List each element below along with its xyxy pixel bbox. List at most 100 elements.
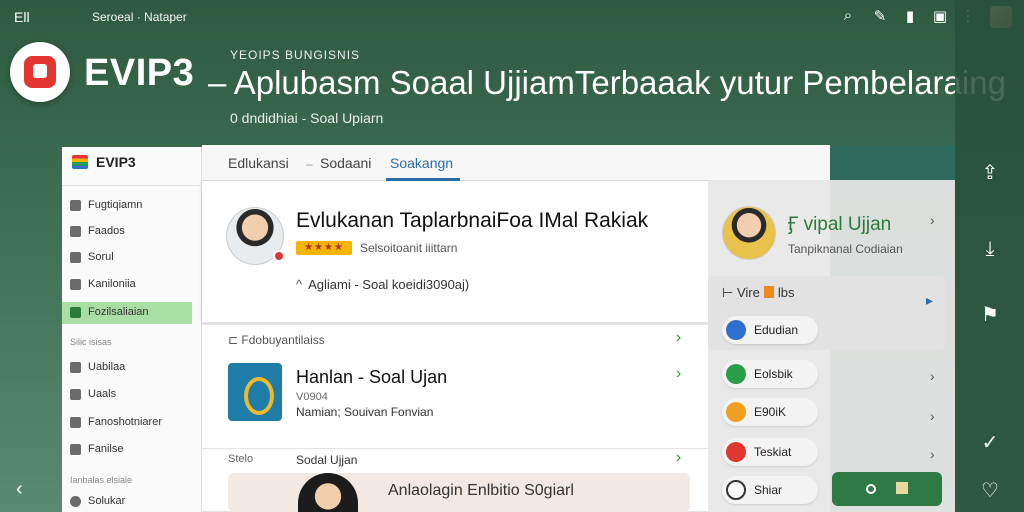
- card-subheader: Sodal Ujjan: [296, 453, 358, 467]
- sidebar-item[interactable]: Uaals: [62, 384, 192, 406]
- tab-sodaani[interactable]: Sodaani: [320, 155, 371, 171]
- book-icon: [228, 363, 282, 421]
- action-button[interactable]: [832, 472, 942, 506]
- list-icon: [70, 444, 81, 455]
- item-title: Hanlan - Soal Ujan: [296, 367, 448, 387]
- download-icon[interactable]: ⤓: [977, 236, 1003, 262]
- card-header: ⊏ Fdobuyantilaiss: [228, 333, 325, 347]
- sidebar-item[interactable]: Fugtiqiamn: [62, 195, 192, 217]
- status-text: Seroeal · Nataper: [92, 10, 187, 24]
- sidebar-section-label: Ianbalas elsiaie: [70, 475, 133, 485]
- featured-meta: Selsoitoanit iiittarn: [360, 241, 458, 255]
- back-arrow-icon[interactable]: ‹: [16, 478, 23, 501]
- header-kicker: YEOIPS BUNGISNIS: [230, 48, 361, 62]
- right-rail: ⇪ ⤓ ⚑ ✓ ♡: [955, 0, 1024, 512]
- app-logo[interactable]: [10, 42, 70, 102]
- logo-icon: [24, 56, 56, 88]
- pill-eolsbik[interactable]: Eolsbik: [722, 360, 818, 388]
- sidebar-item[interactable]: Fanoshotniarer: [62, 412, 192, 434]
- bracket-icon: ⊢: [722, 285, 737, 300]
- heart-icon[interactable]: ♡: [977, 478, 1003, 504]
- caret-right-icon[interactable]: ▸: [926, 292, 933, 309]
- promo-label: Anlaolagin Enlbitio S0giarl: [388, 482, 574, 499]
- rating-stars: ★★★★: [296, 241, 352, 255]
- chevron-right-icon[interactable]: ›: [930, 408, 935, 424]
- chevron-right-icon[interactable]: ›: [930, 446, 935, 462]
- tag-icon: [763, 286, 774, 298]
- featured-title: Evlukanan TaplarbnaiFoa IMal Rakiak: [296, 209, 649, 232]
- pill-edudian[interactable]: Edudian: [722, 316, 818, 344]
- pen-icon[interactable]: ✎: [870, 7, 890, 27]
- sidebar-item[interactable]: Uabilaa: [62, 357, 192, 379]
- right-panel-subtitle: Tanpiknanal Codiaian: [788, 242, 903, 256]
- pill-e90ik[interactable]: E90iK: [722, 398, 818, 426]
- sidebar-item[interactable]: Kaniloniia: [62, 274, 192, 296]
- item-code: V0904: [296, 391, 328, 403]
- pill-teskiat[interactable]: Teskiat: [722, 438, 818, 466]
- list-card[interactable]: ⊏ Fdobuyantilaiss › Hanlan - Soal Ujan V…: [202, 325, 708, 449]
- right-panel: Ӻ vipal Ujjan Tanpiknanal Codiaian › ⊢ V…: [708, 180, 955, 512]
- pill-shiar[interactable]: Shiar: [722, 476, 818, 504]
- avatar: [722, 206, 776, 260]
- sidebar-item[interactable]: Faados: [62, 221, 192, 243]
- share-icon[interactable]: ⇪: [977, 160, 1003, 186]
- right-panel-title: Ӻ vipal Ujjan: [788, 214, 892, 235]
- sidebar-item[interactable]: Solukar: [62, 491, 192, 512]
- info-icon: [70, 389, 81, 400]
- category-icon: [726, 442, 746, 462]
- sidebar-section-label: Silic isisas: [70, 337, 112, 347]
- doc-icon: [70, 307, 81, 318]
- chart-icon: [70, 417, 81, 428]
- mail-icon: [70, 252, 81, 263]
- sidebar-item[interactable]: Sorul: [62, 247, 192, 269]
- bookmark-icon[interactable]: ⚑: [977, 302, 1003, 328]
- chevron-right-icon[interactable]: ›: [676, 365, 681, 383]
- top-right-banner: [830, 145, 955, 180]
- gear-icon: [70, 362, 81, 373]
- grid-icon: [70, 279, 81, 290]
- category-icon: [726, 364, 746, 384]
- carrier-label: Ell: [14, 9, 30, 25]
- chevron-right-icon[interactable]: ›: [676, 449, 681, 467]
- promo-banner[interactable]: Anlaolagin Enlbitio S0giarl: [228, 473, 690, 512]
- category-icon: [726, 320, 746, 340]
- vire-label: ⊢ Vire lbs: [722, 285, 795, 300]
- sidebar-title: EVIP3: [96, 154, 136, 170]
- sidebar: EVIP3 Fugtiqiamn Faados Sorul Kaniloniia…: [62, 147, 202, 512]
- check-icon[interactable]: ✓: [977, 430, 1003, 456]
- category-icon: [726, 402, 746, 422]
- badge-icon: [273, 250, 285, 262]
- promo-card[interactable]: Stelo Sodal Ujjan › Anlaolagin Enlbitio …: [202, 449, 708, 512]
- sidebar-item-active[interactable]: Fozilsaliaian: [62, 302, 192, 324]
- chevron-right-icon[interactable]: ›: [930, 368, 935, 384]
- sidebar-logo-icon: [72, 155, 88, 169]
- featured-card[interactable]: Evlukanan TaplarbnaiFoa IMal Rakiak ★★★★…: [202, 181, 708, 323]
- file-icon: [70, 226, 81, 237]
- calendar-icon[interactable]: ▣: [930, 7, 950, 27]
- page-headline: – Aplubasm Soaal UjjiamTerbaaak yutur Pe…: [208, 64, 1006, 101]
- folder-icon: [70, 200, 81, 211]
- search-icon[interactable]: ⌕: [838, 7, 858, 27]
- brand-title: EVIP3: [84, 52, 195, 94]
- user-icon: [70, 496, 81, 507]
- sidebar-divider: [62, 185, 202, 186]
- tab-bar: Edlukansi – Sodaani Soakangn: [202, 145, 830, 181]
- gift-icon: [896, 482, 908, 494]
- tab-edlukansi[interactable]: Edlukansi: [228, 155, 289, 171]
- card-header: Stelo: [228, 453, 254, 465]
- category-icon: [726, 480, 746, 500]
- sidebar-item[interactable]: Fanilse: [62, 439, 192, 461]
- chevron-right-icon[interactable]: ›: [930, 212, 935, 228]
- circle-icon: [866, 484, 876, 494]
- header-subline: 0 dndidhiai - Soal Upiarn: [230, 110, 384, 126]
- status-bar: Ell Seroeal · Nataper ⌕ ✎ ▮ ▣ ⋮: [0, 0, 1024, 32]
- tab-soakangn[interactable]: Soakangn: [390, 155, 453, 171]
- caret-up-icon: ^: [296, 277, 303, 292]
- featured-subtitle: ^ Agliami - Soal koeidi3090aj): [296, 277, 470, 292]
- tab-separator: –: [306, 157, 313, 171]
- item-detail: Namian; Souivan Fonvian: [296, 405, 434, 419]
- signal-icon: ▮: [905, 8, 915, 25]
- avatar: [226, 207, 285, 265]
- chevron-right-icon[interactable]: ›: [676, 329, 681, 347]
- bracket-icon: ⊏: [228, 333, 242, 347]
